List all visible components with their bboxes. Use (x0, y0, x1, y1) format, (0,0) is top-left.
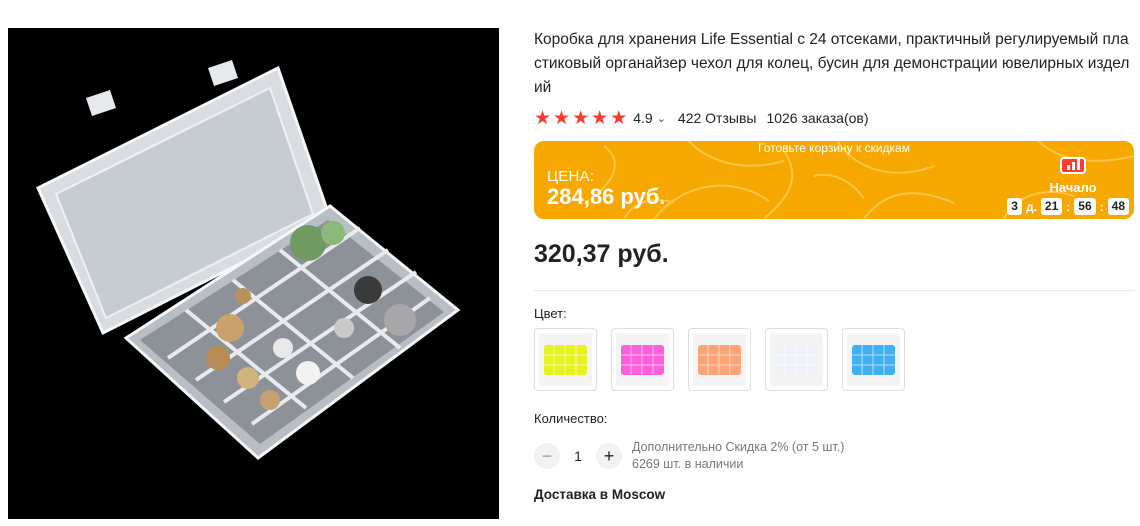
promo-headline: Готовьте корзину к скидкам (758, 141, 910, 155)
countdown-timer: 3 д. 21 : 56 : 48 (1007, 198, 1129, 215)
sale-start-icon (1060, 157, 1086, 174)
color-option-blue[interactable] (842, 328, 905, 391)
swatch-image (847, 333, 900, 386)
quantity-minus-button[interactable]: − (534, 443, 560, 469)
star-icon: ★ (591, 107, 609, 129)
color-option-orange[interactable] (688, 328, 751, 391)
promo-start-label: Начало (1049, 180, 1097, 195)
star-icon: ★ (534, 107, 552, 129)
timer-separator: : (1066, 199, 1071, 214)
timer-days: 3 (1007, 198, 1022, 215)
color-label: Цвет: (534, 306, 567, 321)
swatch-image (770, 333, 823, 386)
star-icon: ★ (610, 107, 628, 129)
color-option-white[interactable] (765, 328, 828, 391)
star-icon: ★ (553, 107, 571, 129)
timer-separator: : (1099, 199, 1104, 214)
promo-price-label: ЦЕНА: (547, 168, 595, 185)
promo-start: Начало (1028, 157, 1118, 195)
swatch-image (616, 333, 669, 386)
swatch-image (693, 333, 746, 386)
star-icon: ★ (572, 107, 590, 129)
product-info: Коробка для хранения Life Essential с 24… (534, 28, 1134, 128)
rating-row: ★ ★ ★ ★ ★ 4.9 ⌄ 422 Отзывы 1026 заказа(о… (534, 108, 1134, 128)
color-swatches (534, 328, 905, 391)
orders-count: 1026 заказа(ов) (766, 110, 869, 126)
quantity-label: Количество: (534, 411, 608, 426)
color-option-pink[interactable] (611, 328, 674, 391)
product-image[interactable] (8, 28, 499, 519)
color-option-yellow[interactable] (534, 328, 597, 391)
timer-seconds: 48 (1107, 198, 1129, 215)
quantity-stepper: − 1 + Дополнительно Скидка 2% (от 5 шт.)… (534, 439, 844, 473)
quantity-info: Дополнительно Скидка 2% (от 5 шт.) 6269 … (632, 439, 844, 473)
current-price: 320,37 руб. (534, 240, 669, 268)
delivery-heading[interactable]: Доставка в Moscow (534, 487, 665, 502)
stock-text: 6269 шт. в наличии (632, 457, 744, 471)
promo-price: 284,86 руб. (547, 184, 666, 209)
promo-banner[interactable]: Готовьте корзину к скидкам ЦЕНА: 284,86 … (534, 141, 1134, 219)
reviews-link[interactable]: 422 Отзывы (678, 110, 757, 126)
bulk-discount-text: Дополнительно Скидка 2% (от 5 шт.) (632, 440, 845, 454)
timer-hours: 21 (1040, 198, 1063, 215)
timer-minutes: 56 (1074, 198, 1096, 215)
rating-stars: ★ ★ ★ ★ ★ (534, 109, 627, 128)
quantity-input[interactable]: 1 (560, 448, 596, 464)
rating-value[interactable]: 4.9 (633, 110, 652, 126)
quantity-plus-button[interactable]: + (596, 443, 622, 469)
chevron-down-icon[interactable]: ⌄ (657, 112, 666, 125)
product-title: Коробка для хранения Life Essential с 24… (534, 31, 1130, 96)
swatch-image (539, 333, 592, 386)
divider (534, 290, 1134, 291)
jewelry-organizer-box-photo (36, 60, 461, 460)
timer-days-unit: д. (1025, 199, 1037, 214)
